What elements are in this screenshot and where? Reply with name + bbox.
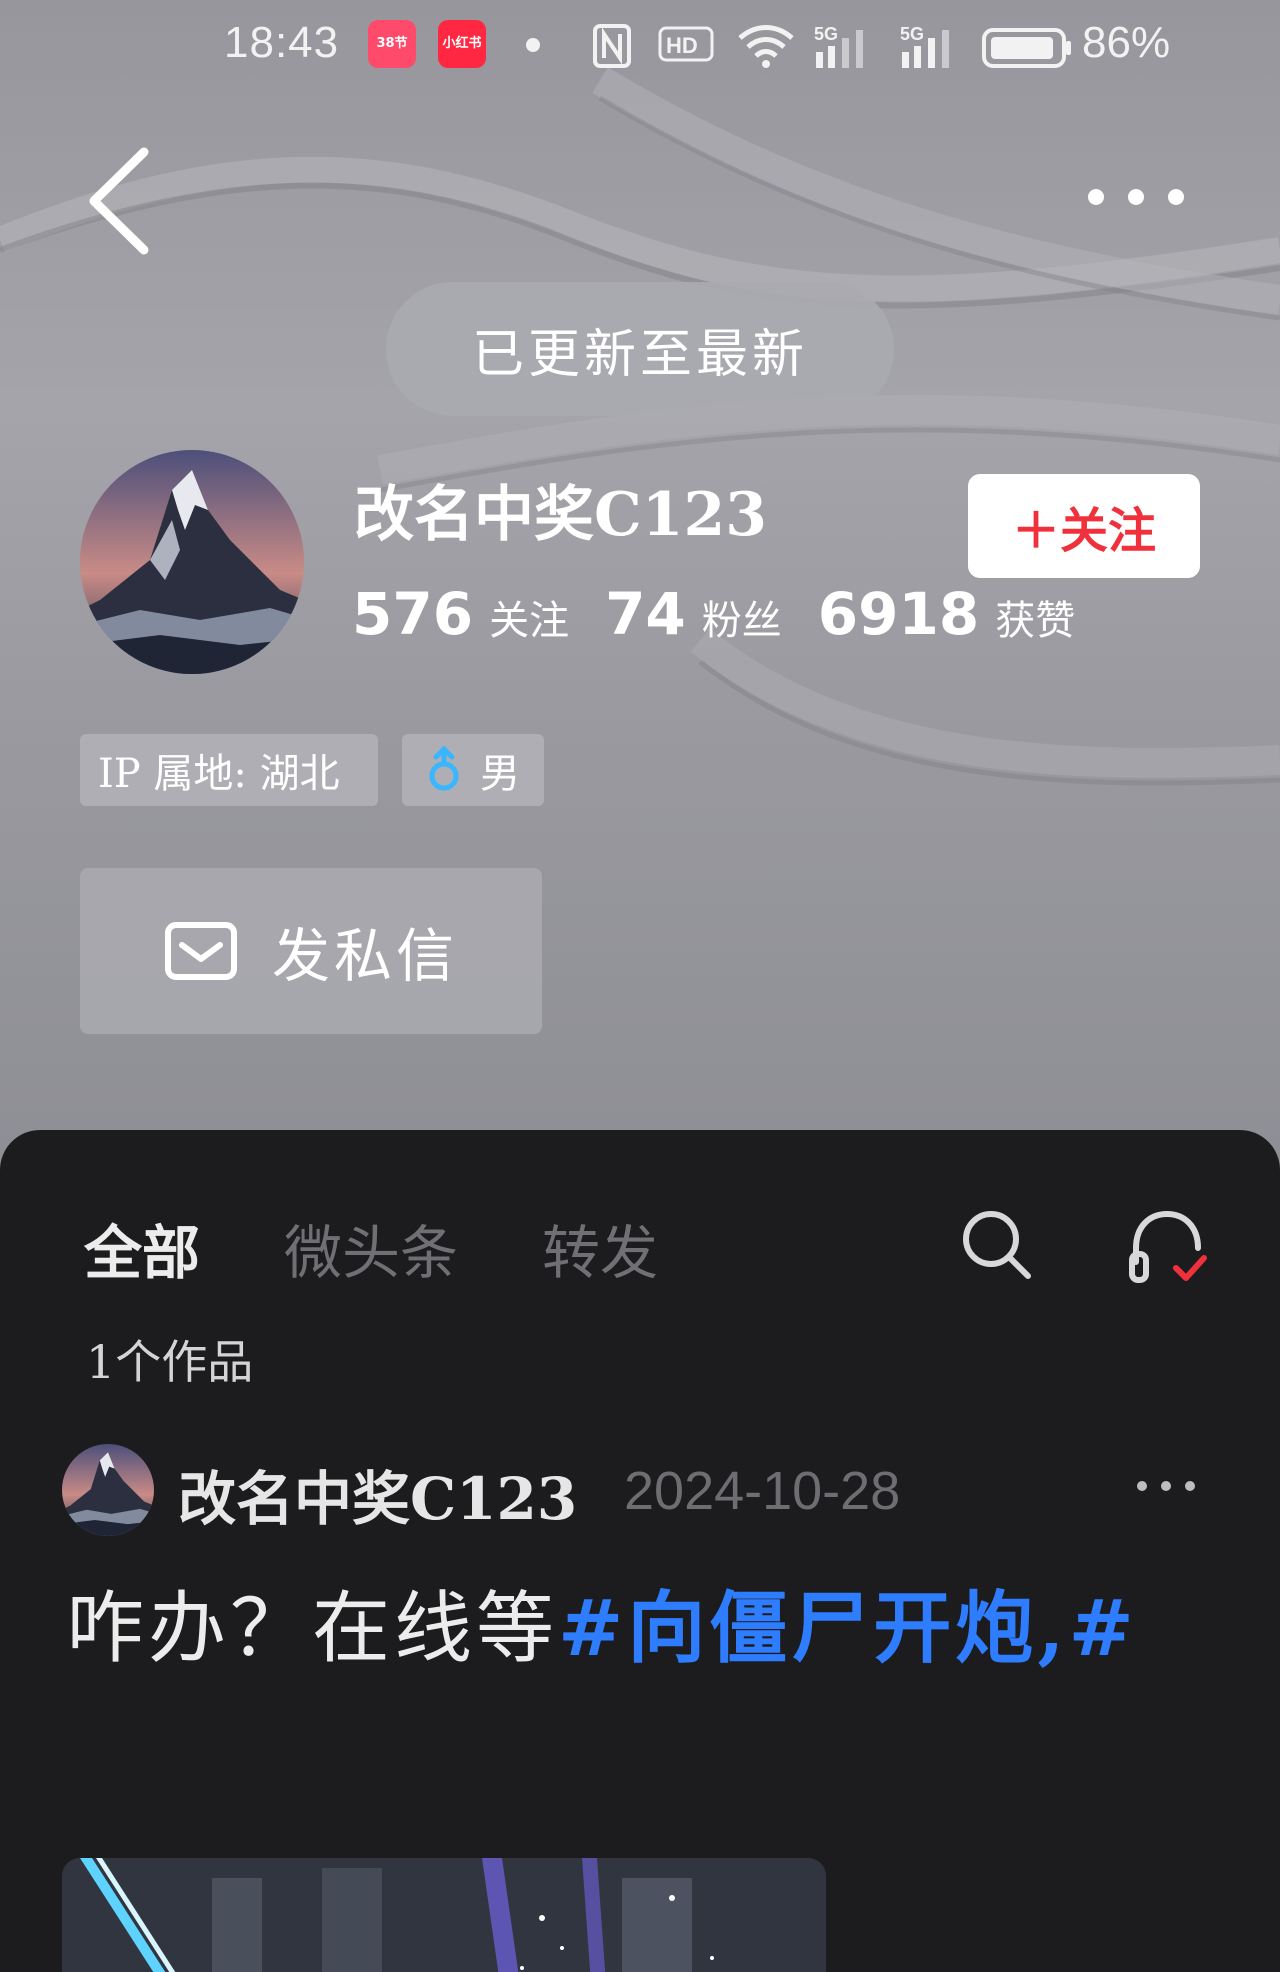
nfc-icon (593, 24, 631, 68)
avatar[interactable] (80, 450, 304, 674)
svg-text:5G: 5G (900, 24, 924, 44)
notification-app-label: 38节 (376, 36, 408, 51)
notification-app-label: 小红书 (442, 36, 482, 51)
svg-text:HD: HD (666, 33, 698, 58)
tab-all[interactable]: 全部 (84, 1206, 200, 1290)
svg-text:5G: 5G (814, 24, 838, 44)
signal-5g-icon: 5G (814, 24, 863, 68)
notification-app-icon: 小红书 (438, 20, 486, 68)
post-author-avatar[interactable] (62, 1444, 154, 1536)
chevron-left-icon (89, 147, 149, 255)
gender-text: 男 (480, 751, 520, 797)
battery-percent: 86% (1082, 18, 1171, 67)
post-body[interactable]: 咋办？在线等#向僵尸开炮,# (66, 1568, 1216, 1690)
post-more-icon[interactable] (1134, 1474, 1198, 1498)
back-button[interactable] (82, 146, 162, 256)
hd-icon: HD (658, 26, 714, 62)
refresh-toast-text: 已更新至最新 (471, 324, 808, 385)
works-count: 1个作品 (86, 1335, 254, 1389)
headphones-icon[interactable] (1124, 1204, 1210, 1290)
tab-weitoutiao[interactable]: 微头条 (284, 1206, 458, 1290)
content-panel: 全部 微头条 转发 1个作品 改名中奖C123 2024-10-28 咋办？在线… (0, 1130, 1280, 1972)
ip-location-tag: IP 属地: 湖北 (80, 734, 378, 806)
male-icon (429, 746, 459, 791)
status-time: 18:43 (224, 18, 340, 67)
avatar-mountain-image (62, 1444, 154, 1536)
post-hashtag-link[interactable]: #向僵尸开炮,# (558, 1583, 1138, 1674)
search-icon[interactable] (958, 1206, 1034, 1282)
more-horizontal-icon (1088, 189, 1184, 205)
likes-label: 获赞 (995, 598, 1076, 644)
refresh-toast: 已更新至最新 (386, 282, 894, 416)
fans-count[interactable]: 74 (605, 580, 686, 648)
notification-app-icon: 38节 (368, 20, 416, 68)
status-bar: 18:43 38节 小红书 HD 5G 5G 86% (0, 0, 1280, 92)
more-options-button[interactable] (1080, 172, 1190, 222)
avatar-mountain-image (80, 450, 304, 674)
send-message-label: 发私信 (272, 922, 459, 990)
fans-label[interactable]: 粉丝 (702, 588, 782, 646)
notification-dot-icon (526, 38, 540, 52)
send-message-button[interactable]: 发私信 (80, 868, 542, 1034)
gender-tag: 男 (402, 734, 544, 806)
post-image (62, 1858, 826, 1972)
mail-icon (165, 922, 237, 980)
signal-5g-icon: 5G (900, 24, 949, 68)
wifi-icon (738, 25, 794, 68)
ip-location-text: IP 属地: 湖北 (98, 751, 340, 797)
content-tabs: 全部 微头条 转发 (84, 1206, 742, 1290)
post-text: 咋办？在线等 (66, 1584, 559, 1674)
tab-repost[interactable]: 转发 (542, 1206, 658, 1290)
follow-button[interactable]: ＋关注 (968, 474, 1200, 578)
battery-icon (982, 28, 1071, 68)
post-date: 2024-10-28 (624, 1461, 901, 1521)
likes-count: 6918 (817, 580, 980, 648)
following-count[interactable]: 576 (352, 580, 473, 648)
post-author-name[interactable]: 改名中奖C123 (178, 1452, 577, 1536)
profile-stats: 576 关注 74 粉丝 6918 获赞 (352, 580, 1111, 648)
profile-username: 改名中奖C123 (354, 480, 767, 550)
following-label[interactable]: 关注 (489, 588, 569, 646)
post-image-thumbnail[interactable] (62, 1858, 826, 1972)
